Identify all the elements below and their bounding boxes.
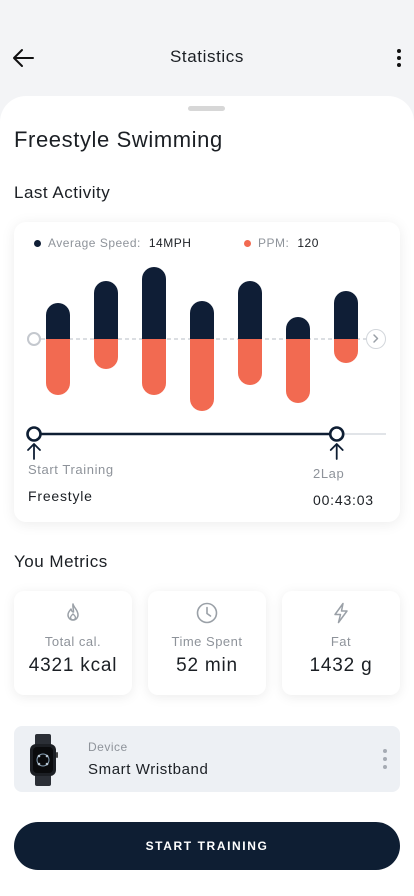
metric-value: 52 min xyxy=(176,655,238,676)
dot xyxy=(383,749,387,753)
activity-chart-card: Average Speed: 14MPH PPM: 120 Start Trai… xyxy=(14,222,400,522)
arrow-up-icon xyxy=(27,443,41,460)
metrics-title: You Metrics xyxy=(14,552,108,571)
last-activity-title: Last Activity xyxy=(14,183,111,202)
dot xyxy=(383,765,387,769)
metric-value: 4321 kcal xyxy=(28,655,118,676)
ppm-bar xyxy=(190,339,214,411)
chart-next-button[interactable] xyxy=(366,329,386,349)
metric-label: Time Spent xyxy=(171,634,243,649)
more-options-button[interactable] xyxy=(394,44,404,72)
speed-bar xyxy=(286,317,310,339)
dot xyxy=(397,63,401,67)
metric-label: Fat xyxy=(330,634,352,649)
ppm-bar xyxy=(334,339,358,363)
ppm-bar xyxy=(46,339,70,395)
chevron-right-icon xyxy=(373,334,379,343)
smartwatch-icon xyxy=(30,734,58,786)
dot xyxy=(397,56,401,60)
timeline-start-value: Freestyle xyxy=(28,488,93,504)
timeline-end-marker[interactable] xyxy=(328,426,345,442)
clock-icon xyxy=(196,602,218,624)
ppm-bar xyxy=(94,339,118,369)
ppm-bar xyxy=(238,339,262,385)
metric-card-fat[interactable]: Fat 1432 g xyxy=(282,591,400,695)
dot xyxy=(397,49,401,53)
metric-label: Total cal. xyxy=(44,634,102,649)
metric-card-calories[interactable]: Total cal. 4321 kcal xyxy=(14,591,132,695)
dot xyxy=(383,757,387,761)
content-sheet: Freestyle Swimming Last Activity Average… xyxy=(0,96,414,896)
speed-bar xyxy=(142,267,166,339)
page-title: Statistics xyxy=(169,47,245,66)
top-bar: Statistics xyxy=(0,0,414,100)
device-more-button[interactable] xyxy=(382,749,388,769)
start-training-button[interactable]: START TRAINING xyxy=(14,822,400,870)
device-name: Smart Wristband xyxy=(88,761,209,778)
speed-bar xyxy=(94,281,118,339)
timeline-end-label: 2Lap xyxy=(313,466,345,481)
flame-icon xyxy=(67,603,79,621)
speed-bar xyxy=(46,303,70,339)
speed-bar xyxy=(334,291,358,339)
timeline-end-value: 00:43:03 xyxy=(313,492,374,508)
speed-bar xyxy=(238,281,262,339)
lightning-icon xyxy=(334,602,348,624)
timeline-start-label: Start Training xyxy=(28,462,114,477)
drag-handle[interactable] xyxy=(188,106,225,111)
metric-card-time[interactable]: Time Spent 52 min xyxy=(148,591,266,695)
device-card[interactable]: Device Smart Wristband xyxy=(14,726,400,792)
activity-title: Freestyle Swimming xyxy=(14,127,223,152)
timeline-start-marker[interactable] xyxy=(26,426,42,442)
arrow-up-icon xyxy=(329,443,344,460)
metric-value: 1432 g xyxy=(309,655,373,676)
ppm-bar xyxy=(286,339,310,403)
baseline-start-marker xyxy=(27,332,41,346)
speed-bar xyxy=(190,301,214,339)
device-label: Device xyxy=(88,740,128,754)
ppm-bar xyxy=(142,339,166,395)
